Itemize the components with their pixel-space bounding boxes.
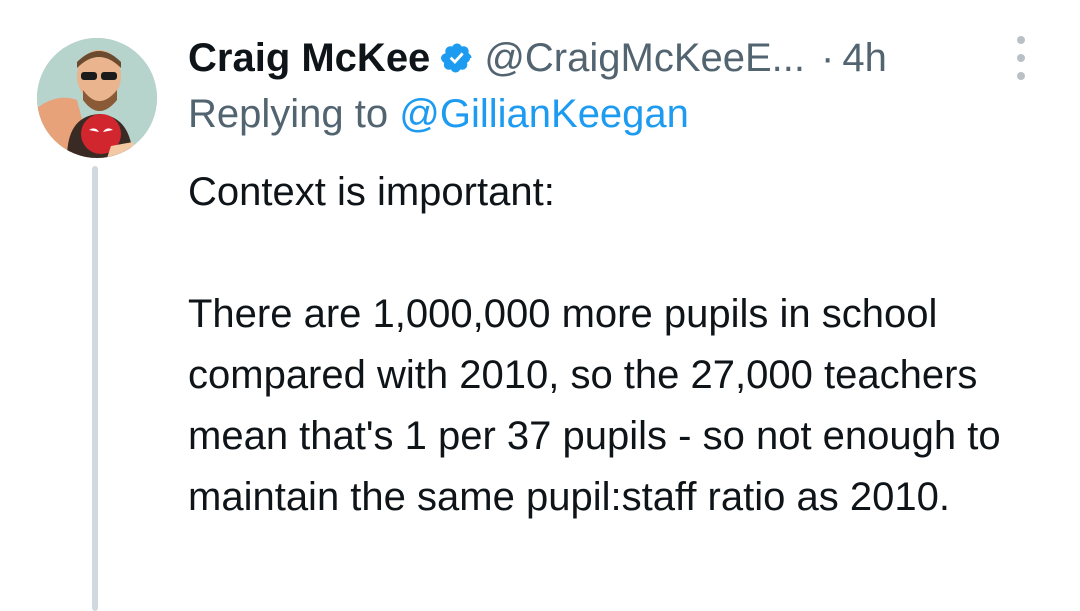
avatar-illustration xyxy=(37,38,157,158)
display-name[interactable]: Craig McKee xyxy=(188,36,430,81)
user-handle[interactable]: @CraigMcKeeE... xyxy=(484,36,805,81)
separator-dot: · xyxy=(821,35,835,80)
replying-to: Replying to @GillianKeegan xyxy=(188,92,689,137)
more-dot xyxy=(1017,54,1025,62)
tweet-text-line: Context is important: xyxy=(188,170,555,214)
more-dot xyxy=(1017,36,1025,44)
more-options-icon[interactable] xyxy=(1010,36,1032,80)
tweet-body: Context is important: There are 1,000,00… xyxy=(188,162,1048,528)
thread-line xyxy=(92,166,98,611)
avatar[interactable] xyxy=(37,38,157,158)
timestamp[interactable]: 4h xyxy=(842,36,887,81)
tweet-header: Craig McKee @CraigMcKeeE... · 4h xyxy=(188,30,887,86)
replying-to-label: Replying to xyxy=(188,92,389,136)
tweet-text-paragraph: There are 1,000,000 more pupils in schoo… xyxy=(188,292,1001,519)
replying-to-link[interactable]: @GillianKeegan xyxy=(399,92,689,136)
more-dot xyxy=(1017,72,1025,80)
verified-badge-icon xyxy=(440,41,474,75)
